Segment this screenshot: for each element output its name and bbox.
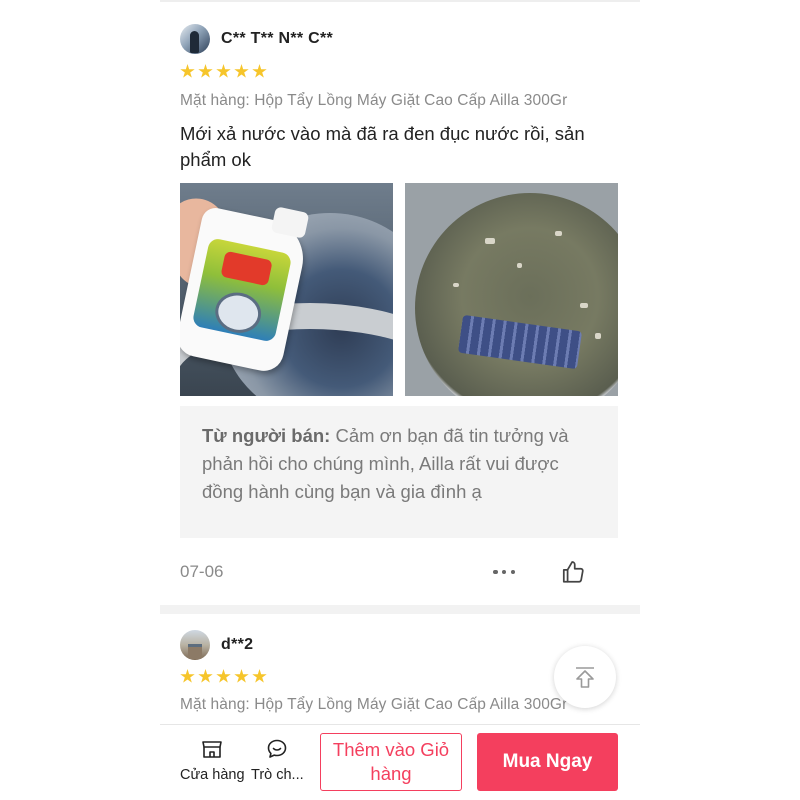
star-icon xyxy=(198,669,213,683)
star-icon xyxy=(252,64,267,78)
star-icon xyxy=(234,669,249,683)
add-to-cart-button[interactable]: Thêm vào Giỏ hàng xyxy=(320,733,462,791)
scroll-to-top-icon xyxy=(576,667,594,688)
divider xyxy=(160,0,640,2)
reviewer-name: d**2 xyxy=(221,636,254,653)
star-icon xyxy=(198,64,213,78)
star-rating xyxy=(180,669,267,684)
review-feed: C** T** N** C** Mặt hàng: Hộp Tẩy Lồng M… xyxy=(160,0,640,800)
shop-label: Cửa hàng xyxy=(180,767,245,783)
reviewer-name: C** T** N** C** xyxy=(221,30,334,47)
star-icon xyxy=(234,64,249,78)
shop-icon xyxy=(202,741,223,758)
buy-now-button[interactable]: Mua Ngay xyxy=(477,733,618,791)
reviewer-row: d**2 xyxy=(180,630,253,660)
seller-reply-label: Từ người bán: xyxy=(202,425,331,446)
product-variant: Mặt hàng: Hộp Tẩy Lồng Máy Giặt Cao Cấp … xyxy=(180,696,568,713)
scroll-to-top-button[interactable] xyxy=(554,646,616,708)
shop-button[interactable]: Cửa hàng xyxy=(180,737,245,783)
avatar[interactable] xyxy=(180,630,210,660)
review-photo-bottle[interactable] xyxy=(180,183,393,396)
more-icon[interactable] xyxy=(491,562,517,582)
chat-label: Trò ch... xyxy=(251,767,304,783)
chat-icon xyxy=(268,739,287,758)
star-icon xyxy=(216,669,231,683)
thumbs-up-icon[interactable] xyxy=(560,559,586,585)
star-icon xyxy=(180,64,195,78)
bottom-action-bar: Cửa hàng Trò ch... Thêm vào Giỏ hàng Mua… xyxy=(160,724,640,800)
product-variant: Mặt hàng: Hộp Tẩy Lồng Máy Giặt Cao Cấp … xyxy=(180,92,568,109)
star-rating xyxy=(180,64,267,79)
seller-reply: Từ người bán: Cảm ơn bạn đã tin tưởng và… xyxy=(180,406,618,538)
review-date: 07-06 xyxy=(180,562,224,581)
avatar[interactable] xyxy=(180,24,210,54)
star-icon xyxy=(180,669,195,683)
review-photo-tub[interactable] xyxy=(405,183,618,396)
star-icon xyxy=(252,669,267,683)
review-text: Mới xả nước vào mà đã ra đen đục nước rồ… xyxy=(180,123,585,170)
reviewer-row: C** T** N** C** xyxy=(180,24,333,54)
star-icon xyxy=(216,64,231,78)
chat-button[interactable]: Trò ch... xyxy=(251,737,304,783)
review-card: C** T** N** C** Mặt hàng: Hộp Tẩy Lồng M… xyxy=(160,0,640,605)
